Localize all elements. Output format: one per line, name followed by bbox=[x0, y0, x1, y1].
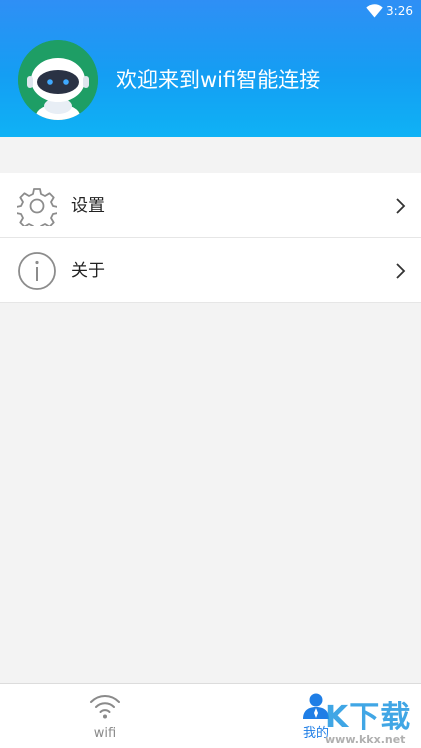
menu-item-about[interactable]: 关于 bbox=[0, 238, 421, 303]
robot-avatar-icon[interactable] bbox=[18, 40, 98, 120]
menu-item-label: 关于 bbox=[71, 261, 105, 281]
tab-wifi[interactable]: wifi bbox=[50, 684, 160, 748]
chevron-right-icon bbox=[396, 263, 406, 279]
welcome-text: 欢迎来到wifi智能连接 bbox=[116, 68, 321, 92]
settings-menu: 设置 关于 bbox=[0, 173, 421, 303]
chevron-right-icon bbox=[396, 198, 406, 214]
site-watermark: K下载 www.kkx.net bbox=[303, 690, 421, 748]
profile-header: 3:26 欢迎来到wifi智能连接 bbox=[0, 0, 421, 137]
tab-label: wifi bbox=[93, 726, 117, 741]
menu-item-label: 设置 bbox=[71, 196, 105, 216]
status-time: 3:26 bbox=[386, 4, 413, 18]
watermark-url: www.kkx.net bbox=[325, 733, 406, 746]
status-bar: 3:26 bbox=[0, 0, 421, 24]
info-icon bbox=[18, 252, 56, 290]
gear-icon bbox=[17, 188, 57, 226]
wifi-icon bbox=[90, 695, 120, 719]
watermark-logo: K下载 bbox=[325, 700, 412, 735]
menu-item-settings[interactable]: 设置 bbox=[0, 173, 421, 238]
wifi-signal-icon bbox=[366, 4, 383, 18]
